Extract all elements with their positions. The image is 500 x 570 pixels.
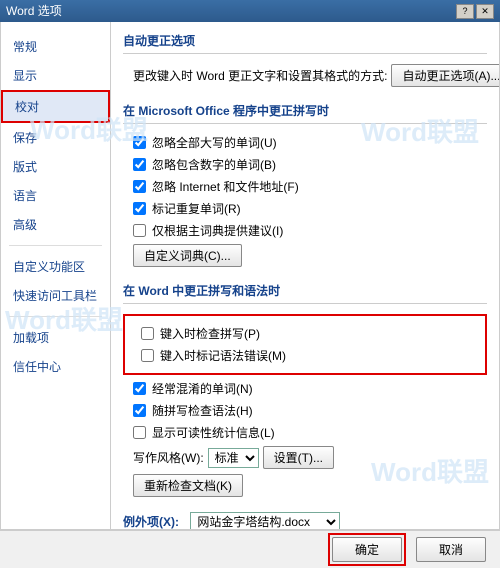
main-panel: Word联盟 Word联盟 自动更正选项 更改键入时 Word 更正文字和设置其… xyxy=(111,22,499,529)
sidebar-item-quick-access[interactable]: 快速访问工具栏 xyxy=(1,281,110,310)
writing-style-label: 写作风格(W): xyxy=(133,449,204,466)
chk-main-dict-only[interactable] xyxy=(133,224,146,237)
word-option-row: 键入时标记语法错误(M) xyxy=(141,347,479,364)
writing-style-row: 写作风格(W): 标准 设置(T)... xyxy=(133,446,487,469)
chk-check-spelling-typing[interactable] xyxy=(141,327,154,340)
exceptions-label: 例外项(X): xyxy=(123,515,179,529)
recheck-document-button[interactable]: 重新检查文档(K) xyxy=(133,474,243,497)
sidebar-item-advanced[interactable]: 高级 xyxy=(1,210,110,239)
exceptions-document-select[interactable]: 网站金字塔结构.docx xyxy=(190,512,340,529)
ms-option-row: 仅根据主词典提供建议(I) xyxy=(133,222,487,239)
ms-option-row: 忽略 Internet 和文件地址(F) xyxy=(133,178,487,195)
section-ms-spell-heading: 在 Microsoft Office 程序中更正拼写时 xyxy=(123,92,487,124)
custom-dictionaries-button[interactable]: 自定义词典(C)... xyxy=(133,244,242,267)
chk-label: 忽略 Internet 和文件地址(F) xyxy=(152,178,299,195)
cancel-button[interactable]: 取消 xyxy=(416,537,486,562)
section-autocorrect-heading: 自动更正选项 xyxy=(123,22,487,54)
help-button[interactable]: ? xyxy=(456,4,474,19)
autocorrect-options-button[interactable]: 自动更正选项(A)... xyxy=(391,64,499,87)
ms-option-row: 标记重复单词(R) xyxy=(133,200,487,217)
dialog-footer: 确定 取消 xyxy=(0,530,500,568)
sidebar-item-save[interactable]: 保存 xyxy=(1,123,110,152)
close-button[interactable]: ✕ xyxy=(476,4,494,19)
dialog-body: Word联盟 Word联盟 常规 显示 校对 保存 版式 语言 高级 自定义功能… xyxy=(0,22,500,530)
ms-option-row: 忽略全部大写的单词(U) xyxy=(133,134,487,151)
chk-ignore-numbers[interactable] xyxy=(133,158,146,171)
highlighted-options-box: 键入时检查拼写(P) 键入时标记语法错误(M) xyxy=(123,314,487,375)
custom-dict-row: 自定义词典(C)... xyxy=(133,244,487,267)
sidebar-item-layout[interactable]: 版式 xyxy=(1,152,110,181)
ms-option-row: 忽略包含数字的单词(B) xyxy=(133,156,487,173)
chk-label: 显示可读性统计信息(L) xyxy=(152,424,275,441)
writing-style-settings-button[interactable]: 设置(T)... xyxy=(263,446,334,469)
chk-label: 键入时检查拼写(P) xyxy=(160,325,260,342)
sidebar-separator xyxy=(9,245,102,246)
chk-label: 键入时标记语法错误(M) xyxy=(160,347,286,364)
sidebar-item-proofing[interactable]: 校对 xyxy=(1,90,110,123)
chk-ignore-uppercase[interactable] xyxy=(133,136,146,149)
autocorrect-row: 更改键入时 Word 更正文字和设置其格式的方式: 自动更正选项(A)... xyxy=(133,64,487,87)
titlebar-buttons: ? ✕ xyxy=(456,4,494,19)
autocorrect-text: 更改键入时 Word 更正文字和设置其格式的方式: xyxy=(133,67,387,84)
writing-style-select[interactable]: 标准 xyxy=(208,448,259,468)
chk-label: 忽略全部大写的单词(U) xyxy=(152,134,277,151)
ok-highlight-box: 确定 xyxy=(328,533,406,566)
chk-mark-grammar-typing[interactable] xyxy=(141,349,154,362)
chk-grammar-with-spell[interactable] xyxy=(133,404,146,417)
sidebar-item-display[interactable]: 显示 xyxy=(1,61,110,90)
window-title: Word 选项 xyxy=(6,0,62,22)
recheck-row: 重新检查文档(K) xyxy=(133,474,487,497)
section-word-spell-heading: 在 Word 中更正拼写和语法时 xyxy=(123,272,487,304)
sidebar-item-addins[interactable]: 加载项 xyxy=(1,323,110,352)
sidebar-item-general[interactable]: 常规 xyxy=(1,32,110,61)
sidebar-item-trust-center[interactable]: 信任中心 xyxy=(1,352,110,381)
ok-button[interactable]: 确定 xyxy=(332,537,402,562)
chk-label: 随拼写检查语法(H) xyxy=(152,402,253,419)
chk-label: 经常混淆的单词(N) xyxy=(152,380,253,397)
chk-label: 忽略包含数字的单词(B) xyxy=(152,156,276,173)
chk-ignore-internet[interactable] xyxy=(133,180,146,193)
titlebar: Word 选项 ? ✕ xyxy=(0,0,500,22)
word-option-row: 显示可读性统计信息(L) xyxy=(133,424,487,441)
sidebar-item-language[interactable]: 语言 xyxy=(1,181,110,210)
word-option-row: 经常混淆的单词(N) xyxy=(133,380,487,397)
chk-label: 标记重复单词(R) xyxy=(152,200,241,217)
chk-readability-stats[interactable] xyxy=(133,426,146,439)
word-option-row: 键入时检查拼写(P) xyxy=(141,325,479,342)
sidebar-separator xyxy=(9,316,102,317)
word-option-row: 随拼写检查语法(H) xyxy=(133,402,487,419)
sidebar-item-customize-ribbon[interactable]: 自定义功能区 xyxy=(1,252,110,281)
sidebar: Word联盟 Word联盟 常规 显示 校对 保存 版式 语言 高级 自定义功能… xyxy=(1,22,111,529)
chk-confused-words[interactable] xyxy=(133,382,146,395)
chk-flag-repeated[interactable] xyxy=(133,202,146,215)
section-exceptions-heading: 例外项(X): 网站金字塔结构.docx xyxy=(123,502,487,529)
chk-label: 仅根据主词典提供建议(I) xyxy=(152,222,283,239)
